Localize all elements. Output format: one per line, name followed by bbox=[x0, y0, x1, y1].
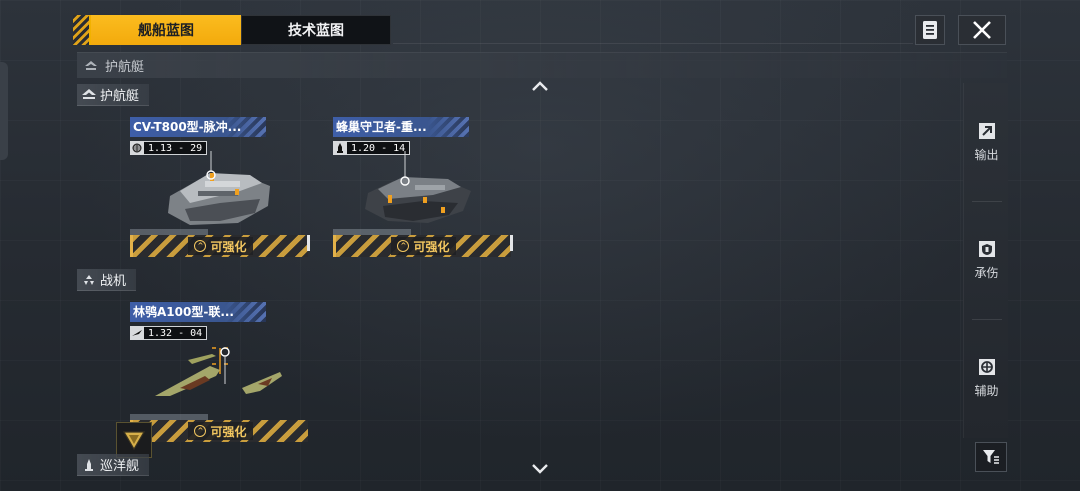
left-edge-handle bbox=[0, 62, 8, 160]
document-icon bbox=[923, 21, 937, 39]
escort-icon bbox=[85, 60, 97, 70]
badge-label: 可强化 bbox=[413, 239, 450, 254]
ship-card[interactable]: 林鸮A100型-联... 1.32 - 04 ^ 可强化 bbox=[130, 302, 310, 442]
sidebar-item-label: 承伤 bbox=[974, 265, 999, 280]
card-end-tick bbox=[510, 235, 513, 251]
category-label: 巡洋舰 bbox=[100, 459, 140, 474]
category-escort: 护航艇 bbox=[77, 84, 150, 106]
triangle-down-icon bbox=[122, 431, 146, 451]
sidebar-item-tank[interactable]: 承伤 bbox=[964, 201, 1009, 319]
chevron-up-icon[interactable] bbox=[531, 80, 549, 92]
export-arrow-icon bbox=[978, 122, 995, 139]
wing-icon bbox=[130, 326, 144, 340]
ship-image bbox=[365, 151, 471, 223]
sidebar-item-label: 输出 bbox=[974, 147, 999, 162]
sidebar-item-label: 辅助 bbox=[974, 383, 999, 398]
ship-image bbox=[155, 347, 282, 396]
upgrade-icon: ^ bbox=[194, 240, 207, 252]
upgradable-badge: ^ 可强化 bbox=[130, 235, 308, 257]
sidebar-item-support[interactable]: 辅助 bbox=[964, 319, 1009, 437]
upgradable-badge: ^ 可强化 bbox=[333, 235, 511, 257]
ship-card[interactable]: 蜂巢守卫者-重... 1.20 - 14 ^ 可强化 bbox=[333, 117, 513, 257]
missile-icon bbox=[333, 141, 347, 155]
upgrade-icon: ^ bbox=[194, 425, 207, 437]
badge-label: 可强化 bbox=[210, 424, 247, 439]
escort-icon bbox=[82, 88, 96, 99]
upgrade-icon: ^ bbox=[397, 240, 410, 252]
category-label: 战机 bbox=[100, 274, 127, 289]
fighter-icon bbox=[84, 274, 94, 285]
section-header[interactable]: 护航艇 bbox=[77, 52, 1007, 78]
cruiser-icon bbox=[85, 458, 93, 471]
globe-icon bbox=[130, 141, 144, 155]
sidebar-item-output[interactable]: 输出 bbox=[964, 83, 1009, 201]
document-button[interactable] bbox=[915, 15, 945, 45]
tab-accent bbox=[73, 15, 91, 45]
top-divider bbox=[393, 43, 913, 44]
ship-card[interactable]: CV-T800型-脉冲... 1.13 - 29 ^ 可强化 bbox=[130, 117, 310, 257]
support-icon bbox=[978, 358, 995, 375]
section-header-label: 护航艇 bbox=[105, 60, 145, 75]
card-end-tick bbox=[307, 235, 310, 251]
category-cruiser: 巡洋舰 bbox=[77, 454, 150, 476]
chevron-down-icon[interactable] bbox=[531, 462, 549, 474]
ship-name: CV-T800型-脉冲... bbox=[130, 117, 265, 137]
ship-name: 林鸮A100型-联... bbox=[130, 302, 265, 322]
tab-ship-blueprint[interactable]: 舰船蓝图 bbox=[91, 15, 241, 45]
close-button[interactable] bbox=[958, 15, 1006, 45]
upgradable-badge: ^ 可强化 bbox=[130, 420, 308, 442]
tab-strip: 舰船蓝图 技术蓝图 bbox=[73, 15, 393, 45]
top-bar: 舰船蓝图 技术蓝图 bbox=[73, 15, 1008, 45]
category-fighter: 战机 bbox=[77, 269, 137, 291]
badge-label: 可强化 bbox=[210, 239, 247, 254]
tab-tech-blueprint[interactable]: 技术蓝图 bbox=[241, 15, 391, 45]
ship-image bbox=[168, 151, 270, 225]
filter-icon bbox=[983, 450, 999, 464]
rank-button[interactable] bbox=[116, 422, 152, 458]
close-icon bbox=[973, 21, 991, 39]
shield-icon bbox=[978, 240, 995, 257]
filter-button[interactable] bbox=[975, 442, 1007, 472]
category-label: 护航艇 bbox=[100, 89, 140, 104]
role-sidebar: 输出 承伤 辅助 bbox=[963, 83, 1008, 438]
ship-name: 蜂巢守卫者-重... bbox=[333, 117, 468, 137]
